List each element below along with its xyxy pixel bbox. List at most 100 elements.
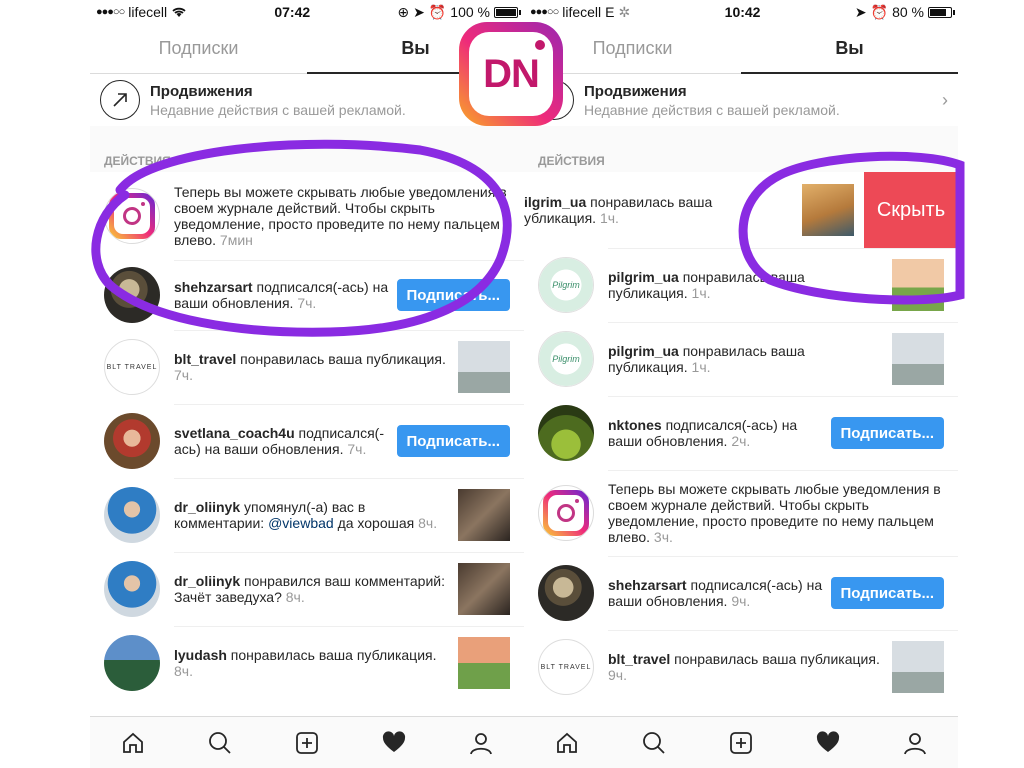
list-item[interactable]: BLT TRAVEL blt_travel понравилась ваша п… (524, 630, 958, 704)
username-link[interactable]: blt_travel (174, 351, 236, 367)
list-item[interactable]: Теперь вы можете скрывать любые уведомле… (90, 172, 524, 260)
post-thumbnail[interactable] (458, 489, 510, 541)
watermark-logo: DN (459, 22, 563, 126)
username-link[interactable]: dr_oliinyk (174, 499, 240, 515)
post-thumbnail[interactable] (892, 641, 944, 693)
status-bar: ●●●○○ lifecell 07:42 ⊕ ➤ ⏰ 100 % (90, 0, 524, 24)
timestamp: 9ч. (608, 667, 627, 683)
heart-icon[interactable] (813, 728, 843, 758)
timestamp: 7ч. (297, 295, 317, 311)
avatar (104, 635, 160, 691)
post-thumbnail[interactable] (802, 184, 854, 236)
status-bar: ●●●○○ lifecell E ✲ 10:42 ➤ ⏰ 80 % (524, 0, 958, 24)
post-thumbnail[interactable] (458, 637, 510, 689)
post-thumbnail[interactable] (458, 563, 510, 615)
username-link[interactable]: shehzarsart (174, 279, 253, 295)
timestamp: 1ч. (599, 210, 619, 226)
battery-percent: 100 % (450, 4, 490, 20)
tab-following[interactable]: Подписки (90, 24, 307, 73)
avatar (538, 405, 594, 461)
timestamp: 1ч. (691, 359, 711, 375)
add-post-icon[interactable] (292, 728, 322, 758)
promotions-title: Продвижения (150, 82, 253, 100)
battery-icon (494, 6, 521, 18)
activity-text: понравилась ваша публикация. (674, 651, 880, 667)
username-link[interactable]: blt_travel (608, 651, 670, 667)
activity-text: понравилась ваша публикация. (230, 647, 437, 663)
list-item[interactable]: Pilgrim pilgrim_ua понравилась ваша публ… (524, 248, 958, 322)
bottom-navigation (90, 716, 524, 768)
phone-screen-right: ●●●○○ lifecell E ✲ 10:42 ➤ ⏰ 80 % Подпис… (524, 0, 958, 768)
avatar (104, 561, 160, 617)
timestamp: 9ч. (731, 593, 751, 609)
timestamp: 2ч. (731, 433, 751, 449)
timestamp: 3ч. (653, 529, 673, 545)
wifi-icon (172, 7, 186, 17)
avatar: Pilgrim (538, 257, 594, 313)
timestamp: 7ч. (174, 367, 193, 383)
username-link[interactable]: pilgrim_ua (608, 343, 679, 359)
list-item[interactable]: Pilgrim pilgrim_ua понравилась ваша публ… (524, 322, 958, 396)
add-post-icon[interactable] (726, 728, 756, 758)
phone-screen-left: ●●●○○ lifecell 07:42 ⊕ ➤ ⏰ 100 % Подписк… (90, 0, 524, 768)
network-type: E (605, 4, 615, 20)
swiped-list-item[interactable]: ilgrim_ua понравилась ваша убликация. 1ч… (524, 172, 958, 248)
alarm-icon: ⏰ (870, 3, 889, 20)
profile-icon[interactable] (900, 728, 930, 758)
promotions-title: Продвижения (584, 82, 687, 100)
username-link[interactable]: shehzarsart (608, 577, 687, 593)
timestamp: 1ч. (691, 285, 711, 301)
instagram-logo-icon (543, 490, 589, 536)
promotions-row[interactable]: Продвижения Недавние действия с вашей ре… (524, 74, 958, 136)
list-item[interactable]: dr_oliinyk понравился ваш комментарий: З… (90, 552, 524, 626)
clock: 07:42 (274, 4, 311, 20)
mention-link[interactable]: @viewbad (268, 515, 334, 531)
list-item[interactable]: nktones подписался(-ась) на ваши обновле… (524, 396, 958, 470)
list-item[interactable]: BLT TRAVEL blt_travel понравилась ваша п… (90, 330, 524, 404)
clock: 10:42 (724, 4, 761, 20)
username-link[interactable]: ilgrim_ua (524, 194, 586, 210)
username-link[interactable]: pilgrim_ua (608, 269, 679, 285)
location-icon: ➤ (854, 3, 867, 20)
avatar: BLT TRAVEL (538, 639, 594, 695)
search-icon[interactable] (205, 728, 235, 758)
hide-button[interactable]: Скрыть (864, 172, 958, 248)
profile-icon[interactable] (466, 728, 496, 758)
username-link[interactable]: svetlana_coach4u (174, 425, 295, 441)
list-item[interactable]: svetlana_coach4u подписался(-ась) на ваш… (90, 404, 524, 478)
search-icon[interactable] (639, 728, 669, 758)
alarm-icon: ⏰ (428, 3, 447, 20)
battery-percent: 80 % (892, 4, 924, 20)
home-icon[interactable] (118, 728, 148, 758)
avatar (104, 267, 160, 323)
username-link[interactable]: dr_oliinyk (174, 573, 240, 589)
list-item[interactable]: lyudash понравилась ваша публикация. 8ч. (90, 626, 524, 700)
home-icon[interactable] (552, 728, 582, 758)
promotions-subtitle: Недавние действия с вашей рекламой. (584, 101, 840, 118)
list-item[interactable]: shehzarsart подписался(-ась) на ваши обн… (90, 260, 524, 330)
avatar (104, 413, 160, 469)
activity-feed: ilgrim_ua понравилась ваша убликация. 1ч… (524, 172, 958, 704)
battery-icon (928, 6, 955, 18)
carrier-label: lifecell (562, 4, 602, 20)
username-link[interactable]: lyudash (174, 647, 227, 663)
tab-you[interactable]: Вы (741, 24, 958, 74)
post-thumbnail[interactable] (892, 259, 944, 311)
timestamp: 7ч. (347, 441, 367, 457)
list-item[interactable]: dr_oliinyk упомянул(-а) вас в комментари… (90, 478, 524, 552)
avatar (104, 487, 160, 543)
follow-button[interactable]: Подписать... (830, 577, 944, 609)
lock-rotation-icon: ⊕ (397, 3, 410, 20)
timestamp: 8ч. (285, 589, 305, 605)
location-icon: ➤ (413, 3, 425, 20)
follow-button[interactable]: Подписать... (396, 279, 510, 311)
section-header: ДЕЙСТВИЯ (524, 136, 958, 172)
post-thumbnail[interactable] (458, 341, 510, 393)
list-item[interactable]: shehzarsart подписался(-ась) на ваши обн… (524, 556, 958, 630)
list-item[interactable]: Теперь вы можете скрывать любые уведомле… (524, 470, 958, 556)
follow-button[interactable]: Подписать... (830, 417, 944, 449)
username-link[interactable]: nktones (608, 417, 662, 433)
heart-icon[interactable] (379, 728, 409, 758)
post-thumbnail[interactable] (892, 333, 944, 385)
follow-button[interactable]: Подписать... (396, 425, 510, 457)
